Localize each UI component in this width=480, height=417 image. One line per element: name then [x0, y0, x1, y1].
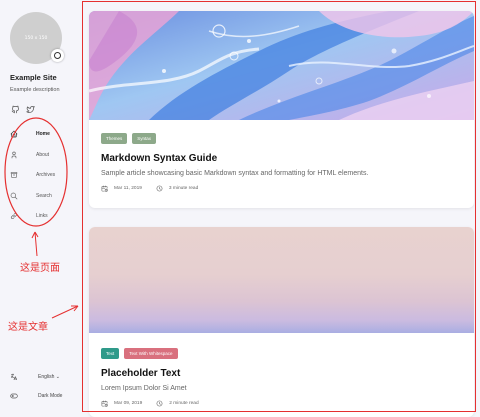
- social-links: [11, 105, 35, 114]
- menu-highlight-oval: [4, 117, 68, 227]
- twitter-icon[interactable]: [26, 105, 35, 114]
- dark-mode-label: Dark Mode: [38, 392, 63, 399]
- site-description: Example description: [10, 87, 60, 93]
- avatar-placeholder-text: 150 x 150: [24, 35, 48, 41]
- emoji-circle-icon: [54, 52, 61, 59]
- avatar-wrapper[interactable]: 150 x 150: [10, 12, 64, 64]
- language-selector[interactable]: English ⌄: [10, 372, 80, 381]
- toggle-icon: [10, 393, 18, 398]
- annotation-pages-note: 这是页面: [20, 263, 60, 274]
- language-icon: [11, 373, 17, 380]
- site-title[interactable]: Example Site: [10, 73, 57, 82]
- language-label: English ⌄: [38, 373, 60, 380]
- articles-highlight-frame: [82, 1, 476, 412]
- chevron-down-icon: ⌄: [55, 373, 60, 380]
- github-icon[interactable]: [11, 105, 20, 114]
- annotation-articles-note: 这是文章: [8, 322, 48, 333]
- dark-mode-toggle[interactable]: Dark Mode: [10, 391, 80, 400]
- emoji-badge: [51, 49, 64, 62]
